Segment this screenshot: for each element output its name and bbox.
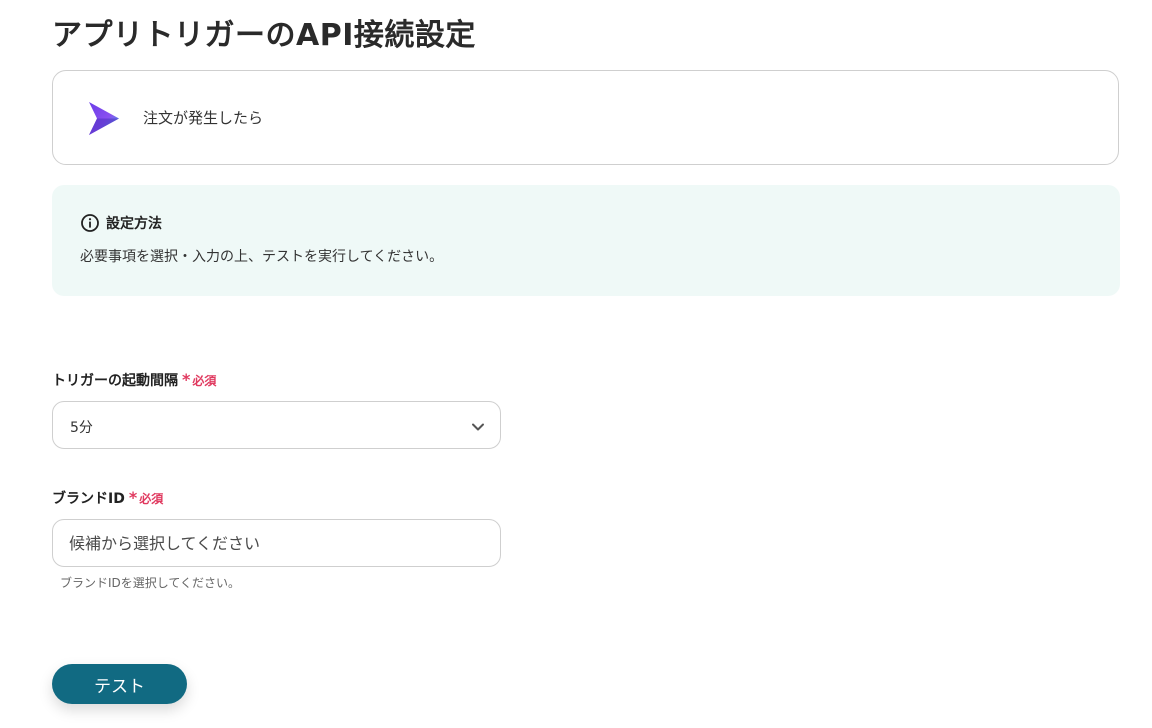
required-asterisk: *: [182, 370, 191, 389]
info-circle-icon: [80, 213, 100, 233]
interval-select-value: 5分: [70, 420, 93, 436]
info-header: 設定方法: [80, 213, 162, 233]
trigger-card[interactable]: 注文が発生したら: [52, 70, 1119, 165]
trigger-label: 注文が発生したら: [143, 109, 264, 127]
interval-label-text: トリガーの起動間隔: [52, 373, 178, 389]
brand-id-input[interactable]: [52, 519, 501, 567]
interval-field-label: トリガーの起動間隔 * 必須: [52, 370, 216, 390]
brand-field-label: ブランドID * 必須: [52, 488, 163, 508]
interval-select[interactable]: 5分: [52, 401, 501, 449]
info-text: 必要事項を選択・入力の上、テストを実行してください。: [80, 249, 444, 265]
info-box: 設定方法 必要事項を選択・入力の上、テストを実行してください。: [52, 185, 1120, 296]
required-text: 必須: [192, 374, 217, 388]
brand-help-text: ブランドIDを選択してください。: [60, 576, 241, 590]
test-button[interactable]: テスト: [52, 664, 187, 704]
info-title: 設定方法: [106, 216, 162, 232]
required-asterisk: *: [128, 488, 138, 507]
chevron-down-icon[interactable]: [471, 419, 485, 433]
page-title: アプリトリガーのAPI接続設定: [52, 18, 476, 53]
play-triangle-logo-icon: [88, 101, 120, 136]
page: アプリトリガーのAPI接続設定 注文が発生したら 設定方法 必要事項を選択・入力…: [0, 0, 1152, 728]
required-text: 必須: [139, 492, 164, 506]
brand-label-text: ブランドID: [52, 491, 125, 507]
